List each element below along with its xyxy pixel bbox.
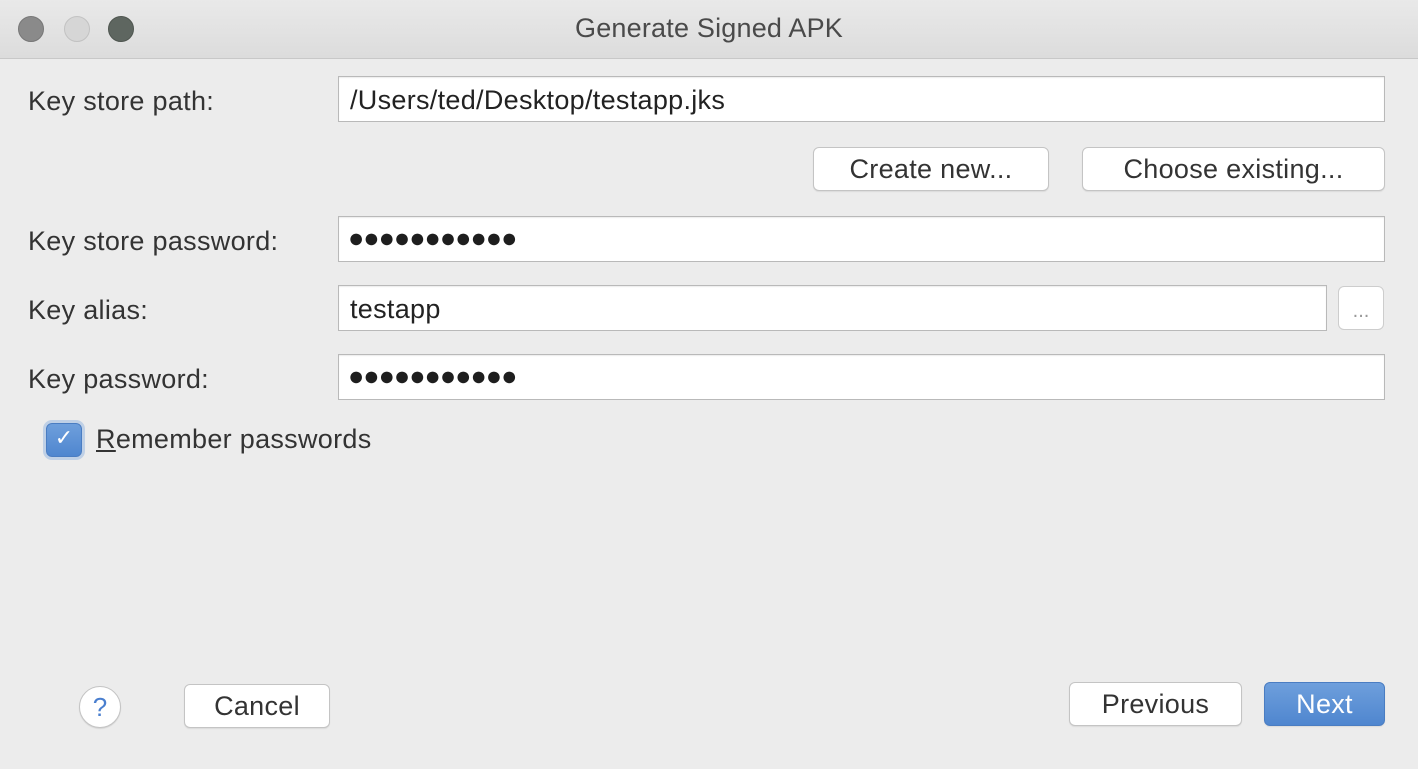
key-store-path-value: /Users/ted/Desktop/testapp.jks <box>350 85 726 115</box>
key-store-password-field[interactable]: ●●●●●●●●●●● <box>338 216 1385 262</box>
remember-passwords-mnemonic: R <box>96 424 116 454</box>
previous-button[interactable]: Previous <box>1069 682 1242 726</box>
key-store-path-label: Key store path: <box>28 86 215 116</box>
remember-passwords-label[interactable]: Remember passwords <box>96 424 372 455</box>
key-store-password-mask: ●●●●●●●●●●● <box>348 223 517 253</box>
remember-passwords-checkbox[interactable]: ✓ <box>46 423 82 457</box>
create-new-button[interactable]: Create new... <box>813 147 1049 191</box>
question-mark-icon: ? <box>92 692 108 722</box>
key-store-password-label: Key store password: <box>28 226 279 256</box>
key-password-mask: ●●●●●●●●●●● <box>348 361 517 391</box>
generate-signed-apk-dialog: Generate Signed APK Key store path: /Use… <box>0 0 1418 769</box>
window-title: Generate Signed APK <box>575 13 843 43</box>
remember-passwords-text: emember passwords <box>115 424 372 454</box>
cancel-button[interactable]: Cancel <box>184 684 330 728</box>
checkmark-icon: ✓ <box>54 426 74 451</box>
key-alias-field[interactable]: testapp <box>338 285 1327 331</box>
key-store-path-field[interactable]: /Users/ted/Desktop/testapp.jks <box>338 76 1385 122</box>
key-password-field[interactable]: ●●●●●●●●●●● <box>338 354 1385 400</box>
key-alias-label: Key alias: <box>28 295 149 325</box>
title-bar: Generate Signed APK <box>0 0 1418 59</box>
choose-existing-button[interactable]: Choose existing... <box>1082 147 1385 191</box>
key-password-label: Key password: <box>28 364 209 394</box>
next-button[interactable]: Next <box>1264 682 1385 726</box>
key-alias-value: testapp <box>350 294 441 324</box>
key-alias-browse-button[interactable]: ... <box>1338 286 1384 330</box>
help-button[interactable]: ? <box>79 686 121 728</box>
